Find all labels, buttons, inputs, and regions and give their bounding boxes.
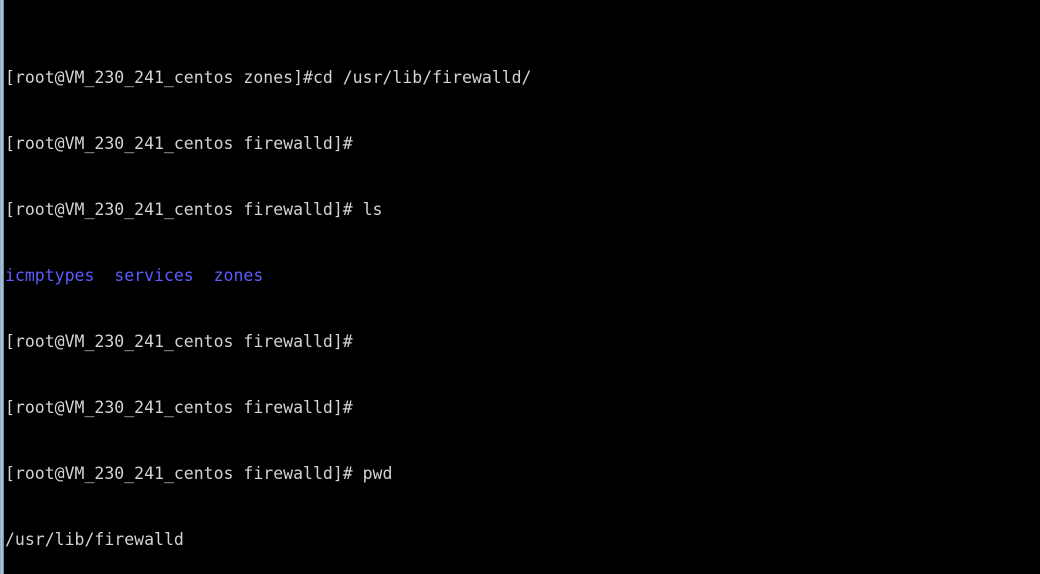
terminal-line-prompt: [root@VM_230_241_centos firewalld]# — [5, 398, 353, 417]
terminal-scrollbar[interactable] — [0, 0, 4, 574]
terminal-line-cd-firewalld: [root@VM_230_241_centos zones]#cd /usr/l… — [5, 68, 532, 87]
terminal-line-pwd-command: [root@VM_230_241_centos firewalld]# pwd — [5, 464, 393, 483]
terminal-line-pwd-output: /usr/lib/firewalld — [5, 530, 184, 549]
terminal-window[interactable]: [root@VM_230_241_centos zones]#cd /usr/l… — [0, 0, 1040, 574]
terminal-line-ls-command: [root@VM_230_241_centos firewalld]# ls — [5, 200, 383, 219]
terminal-line-dir-listing: icmptypes services zones — [5, 266, 264, 285]
terminal-screen[interactable]: [root@VM_230_241_centos zones]#cd /usr/l… — [5, 1, 1040, 574]
terminal-line-prompt: [root@VM_230_241_centos firewalld]# — [5, 134, 353, 153]
terminal-line-prompt: [root@VM_230_241_centos firewalld]# — [5, 332, 353, 351]
